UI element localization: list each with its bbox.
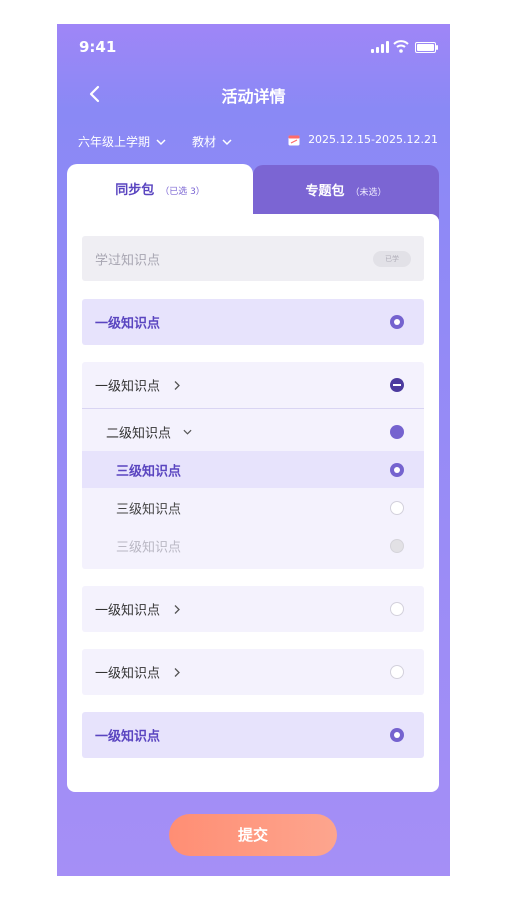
nav-bar: 活动详情 — [57, 76, 450, 112]
chevron-down-icon — [156, 138, 166, 145]
tab-special-label: 专题包 — [305, 184, 345, 199]
signal-icon — [371, 41, 389, 53]
level1-row[interactable]: 一级知识点 — [82, 712, 424, 758]
level3-label: 三级知识点 — [116, 502, 182, 517]
level1-label: 一级知识点 — [95, 666, 161, 682]
tab-special[interactable]: 专题包 （未选） — [253, 165, 439, 219]
page-title: 活动详情 — [221, 87, 286, 106]
level3-label: 三级知识点 — [116, 540, 182, 555]
battery-icon — [415, 42, 438, 53]
level1-row-expanded[interactable]: 一级知识点 — [82, 362, 424, 408]
radio-selected[interactable] — [390, 728, 404, 742]
date-range-text: 2025.12.15-2025.12.21 — [308, 133, 438, 146]
chevron-down-icon — [222, 138, 232, 145]
radio-empty[interactable] — [390, 602, 404, 616]
status-time: 9:41 — [79, 38, 117, 56]
level1-row[interactable]: 一级知识点 — [82, 649, 424, 695]
radio-empty[interactable] — [390, 500, 404, 515]
level1-row[interactable]: 一级知识点 — [82, 299, 424, 345]
grade-label: 六年级上学期 — [78, 135, 151, 149]
level1-label: 一级知识点 — [95, 316, 161, 332]
chevron-right-icon — [174, 380, 180, 390]
tab-sync[interactable]: 同步包 （已选 3） — [67, 164, 253, 224]
status-bar: 9:41 — [57, 24, 450, 70]
tab-sync-count: （已选 3） — [160, 187, 205, 197]
level1-row[interactable]: 一级知识点 — [82, 586, 424, 632]
radio-full[interactable] — [390, 425, 404, 439]
radio-empty[interactable] — [390, 665, 404, 679]
grade-dropdown[interactable]: 六年级上学期 — [78, 133, 166, 150]
material-dropdown[interactable]: 教材 — [192, 133, 232, 150]
learned-badge: 已学 — [373, 251, 411, 267]
submit-button[interactable]: 提交 — [169, 814, 337, 856]
level2-row[interactable]: 二级知识点 — [82, 414, 424, 450]
chevron-right-icon — [174, 667, 180, 677]
radio-selected[interactable] — [390, 315, 404, 329]
level3-row-disabled: 三级知识点 — [82, 527, 424, 564]
calendar-icon — [288, 135, 300, 145]
tab-special-count: （未选） — [350, 188, 387, 198]
radio-partial[interactable] — [390, 378, 404, 392]
level3-label: 三级知识点 — [116, 464, 182, 479]
radio-disabled — [390, 538, 404, 553]
level1-label: 一级知识点 — [95, 729, 161, 745]
date-range: 2025.12.15-2025.12.21 — [288, 133, 438, 146]
chevron-down-icon — [183, 429, 192, 435]
level3-row[interactable]: 三级知识点 — [82, 489, 424, 526]
level1-label: 一级知识点 — [95, 379, 161, 395]
level3-row-selected[interactable]: 三级知识点 — [82, 451, 424, 488]
tab-sync-label: 同步包 — [115, 183, 155, 198]
radio-selected[interactable] — [390, 462, 404, 477]
learned-points-row[interactable]: 学过知识点 已学 — [82, 236, 424, 281]
wifi-icon — [393, 40, 409, 53]
learned-label: 学过知识点 — [95, 253, 161, 268]
phone-screen: 9:41 活动详情 六年级上学期 教材 2025.12.15-2025.12.2… — [57, 24, 450, 876]
chevron-right-icon — [174, 604, 180, 614]
filter-bar: 六年级上学期 教材 2025.12.15-2025.12.21 — [57, 130, 450, 154]
level2-label: 二级知识点 — [106, 426, 172, 442]
level1-label: 一级知识点 — [95, 603, 161, 619]
divider — [82, 408, 424, 409]
material-label: 教材 — [192, 135, 217, 149]
